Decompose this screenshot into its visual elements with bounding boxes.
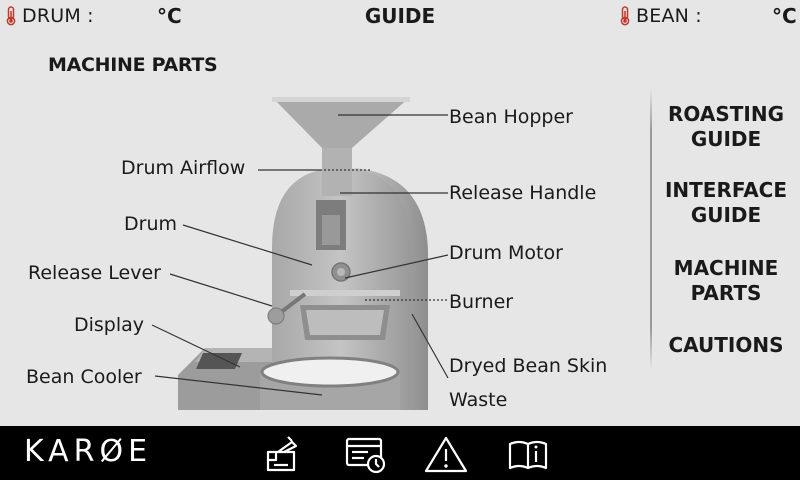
body-main — [272, 168, 410, 410]
release-lever-rod — [274, 292, 307, 318]
roast-profile-icon[interactable] — [262, 434, 306, 474]
release-handle-block — [316, 200, 346, 250]
bean-temperature: BEAN : — [618, 5, 702, 27]
label-burner: Burner — [449, 291, 514, 313]
cooler-bowl — [260, 356, 400, 388]
label-release-handle: Release Handle — [449, 182, 597, 204]
label-bean-hopper: Bean Hopper — [449, 106, 573, 128]
release-lever-knob — [267, 307, 285, 325]
brand-logo: KARØE — [24, 434, 153, 469]
display-panel — [196, 353, 242, 369]
label-waste: Waste — [449, 389, 508, 411]
label-display: Display — [74, 314, 145, 336]
body-side — [355, 168, 428, 410]
nav-interface-guide[interactable]: INTERFACE GUIDE — [652, 178, 800, 228]
bottom-bar: KARØE — [0, 426, 800, 480]
hopper-funnel — [272, 97, 410, 148]
label-bean-cooler: Bean Cooler — [26, 366, 142, 388]
label-release-lever: Release Lever — [28, 262, 161, 284]
warning-icon[interactable] — [424, 434, 468, 474]
release-rod — [290, 290, 400, 296]
nav-cautions[interactable]: CAUTIONS — [652, 333, 800, 358]
status-bar: DRUM : °C GUIDE BEAN : °C — [0, 0, 800, 32]
nav-roasting-guide[interactable]: ROASTING GUIDE — [652, 102, 800, 152]
bean-temperature-unit: °C — [772, 4, 797, 28]
drum-motor-hub — [331, 262, 351, 282]
thermometer-icon — [620, 6, 630, 26]
label-drum: Drum — [124, 213, 177, 235]
nav-machine-parts[interactable]: MACHINE PARTS — [652, 256, 800, 306]
guide-book-icon[interactable] — [506, 434, 550, 474]
cooler-base — [178, 348, 272, 410]
burner-tray — [300, 305, 390, 340]
cooler-top — [195, 348, 272, 362]
cooler-stand — [260, 372, 400, 410]
label-drum-airflow: Drum Airflow — [121, 157, 246, 179]
label-drum-motor: Drum Motor — [449, 242, 563, 264]
bean-temperature-label: BEAN : — [636, 5, 702, 27]
hopper-neck — [322, 148, 352, 196]
recipe-card-icon[interactable] — [344, 434, 388, 474]
section-title: MACHINE PARTS — [48, 54, 218, 76]
label-dryed-bean-skin: Dryed Bean Skin — [449, 355, 608, 377]
hopper-top — [272, 97, 410, 105]
